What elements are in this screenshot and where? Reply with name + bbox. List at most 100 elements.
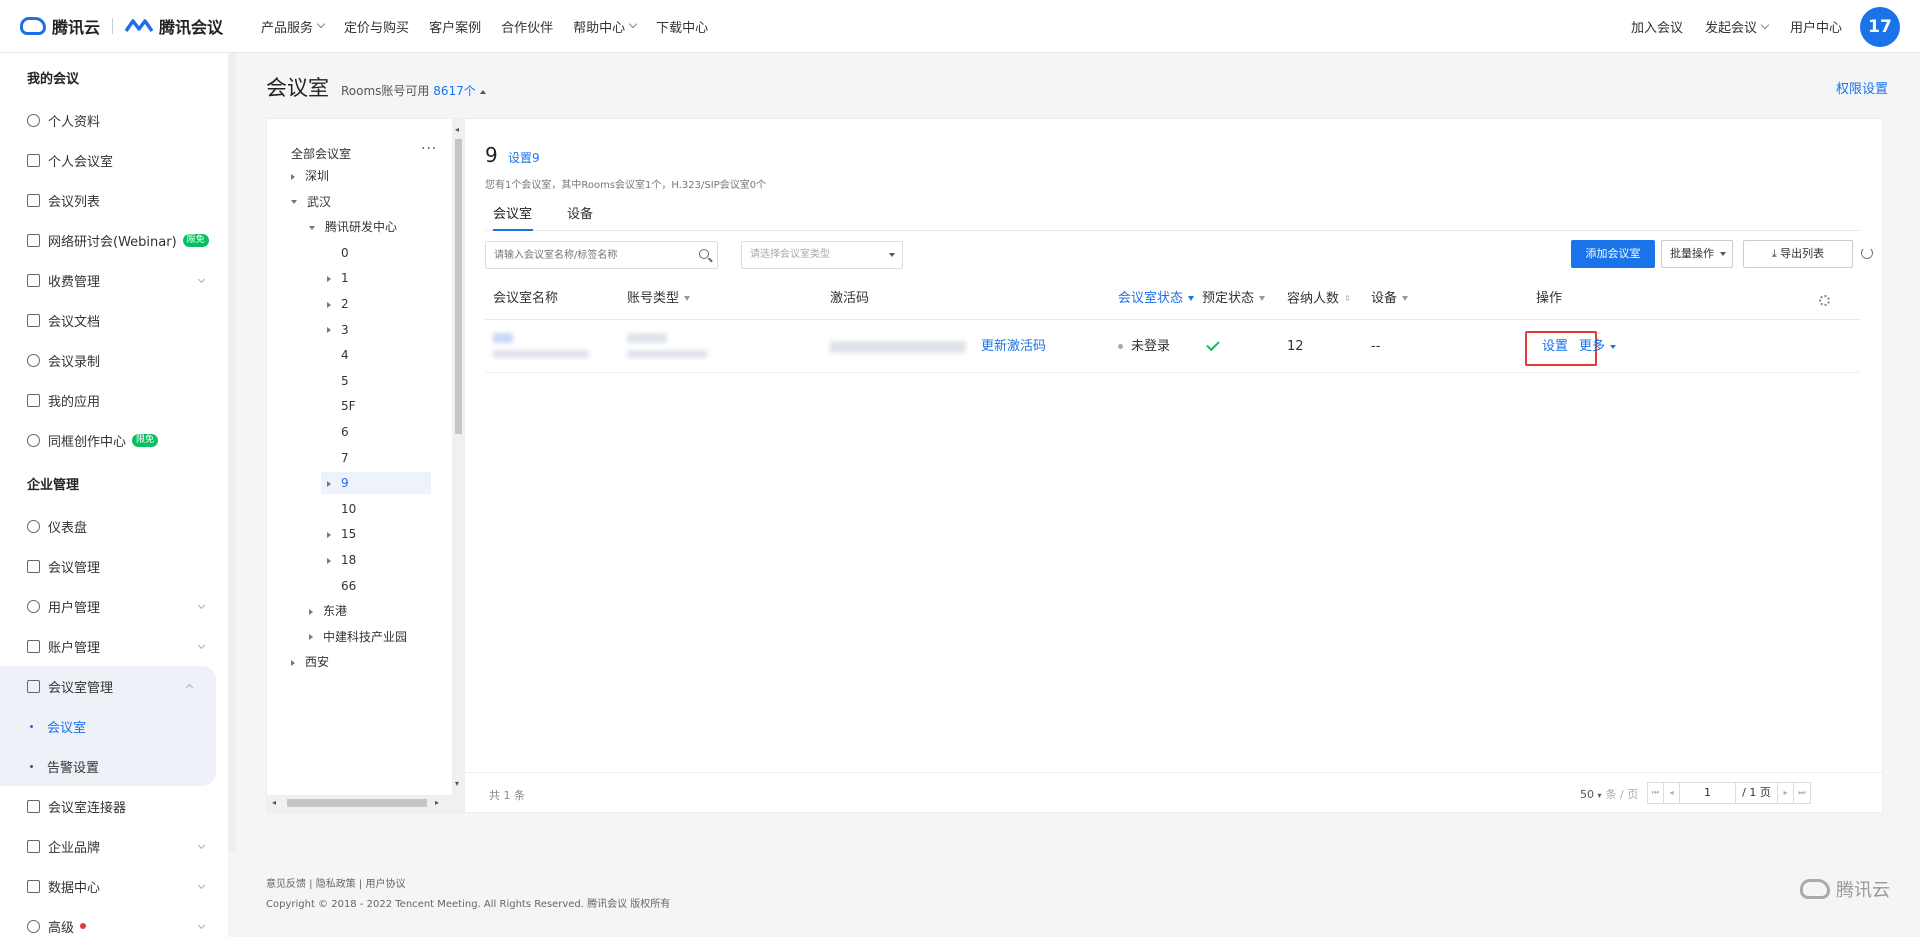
logo[interactable]: 腾讯云 腾讯会议 bbox=[20, 14, 223, 38]
caret-right-icon[interactable] bbox=[327, 531, 331, 538]
search-box[interactable] bbox=[485, 241, 718, 269]
page-input[interactable]: 1 bbox=[1680, 783, 1736, 803]
permission-settings-link[interactable]: 权限设置 bbox=[1836, 78, 1888, 97]
caret-right-icon[interactable] bbox=[291, 173, 295, 180]
filter-icon[interactable] bbox=[1188, 296, 1195, 301]
sidebar-item-advanced[interactable]: 高级 bbox=[0, 906, 228, 937]
caret-right-icon[interactable] bbox=[327, 327, 331, 334]
scroll-up-icon[interactable]: ◂ bbox=[455, 125, 459, 134]
tree-node[interactable]: 5F bbox=[327, 395, 356, 417]
sidebar-item-meeting-list[interactable]: 会议列表 bbox=[0, 180, 228, 220]
more-icon[interactable]: ··· bbox=[421, 141, 437, 157]
caret-right-icon[interactable] bbox=[327, 557, 331, 564]
more-actions-button[interactable]: 更多 bbox=[1579, 321, 1617, 373]
sidebar-item-room-connector[interactable]: 会议室连接器 bbox=[0, 786, 228, 826]
caret-right-icon[interactable] bbox=[291, 659, 295, 666]
prev-page-button[interactable]: ◂ bbox=[1664, 783, 1680, 803]
caret-right-icon[interactable] bbox=[327, 480, 331, 487]
col-capacity[interactable]: 容纳人数 ⇕ bbox=[1287, 281, 1351, 320]
col-room-status[interactable]: 会议室状态 bbox=[1118, 281, 1195, 320]
page-size-select[interactable]: 50 ▾ 条 / 页 bbox=[1580, 786, 1638, 802]
tree-node[interactable]: 9 bbox=[321, 472, 431, 495]
sidebar-item-personal-room[interactable]: 个人会议室 bbox=[0, 140, 228, 180]
nav-partners[interactable]: 合作伙伴 bbox=[501, 17, 553, 36]
nav-pricing[interactable]: 定价与购买 bbox=[344, 17, 409, 36]
sidebar-subitem-rooms[interactable]: 会议室 bbox=[0, 706, 216, 746]
filter-icon[interactable] bbox=[1259, 296, 1266, 301]
sidebar-item-user-mgmt[interactable]: 用户管理 bbox=[0, 586, 228, 626]
scroll-right-icon[interactable]: ▸ bbox=[435, 798, 439, 807]
sidebar-item-webinar[interactable]: 网络研讨会(Webinar) 限免 bbox=[0, 220, 228, 260]
add-room-button[interactable]: 添加会议室 bbox=[1571, 240, 1655, 268]
next-page-button[interactable]: ▸ bbox=[1778, 783, 1794, 803]
batch-actions-button[interactable]: 批量操作 bbox=[1661, 240, 1733, 268]
search-input[interactable] bbox=[486, 242, 686, 268]
tree-node[interactable]: 中建科技产业园 bbox=[309, 626, 407, 648]
scrollbar-thumb[interactable] bbox=[455, 139, 462, 434]
tree-node[interactable]: 5 bbox=[327, 370, 349, 392]
caret-right-icon[interactable] bbox=[327, 301, 331, 308]
sidebar-subitem-alerts[interactable]: 告警设置 bbox=[0, 746, 216, 786]
caret-down-icon[interactable] bbox=[291, 200, 297, 205]
sidebar-item-my-apps[interactable]: 我的应用 bbox=[0, 380, 228, 420]
room-name-blurred[interactable] bbox=[493, 333, 513, 343]
tree-node[interactable]: 腾讯研发中心 bbox=[309, 216, 397, 238]
sidebar-item-creation-center[interactable]: 同框创作中心 限免 bbox=[0, 420, 228, 460]
room-settings-link[interactable]: 设置9 bbox=[508, 149, 540, 166]
caret-right-icon[interactable] bbox=[327, 275, 331, 282]
room-settings-button[interactable]: 设置 bbox=[1542, 321, 1568, 373]
col-device[interactable]: 设备 bbox=[1371, 281, 1409, 320]
footer-links[interactable]: 意见反馈 | 隐私政策 | 用户协议 bbox=[266, 875, 405, 890]
tree-node[interactable]: 东港 bbox=[309, 600, 347, 622]
room-type-select[interactable]: 请选择会议室类型 bbox=[741, 241, 903, 269]
tab-devices[interactable]: 设备 bbox=[567, 203, 593, 231]
tree-node[interactable]: 武汉 bbox=[291, 191, 331, 213]
tree-node[interactable]: 3 bbox=[327, 319, 349, 341]
caret-down-icon[interactable] bbox=[309, 225, 315, 230]
join-meeting-link[interactable]: 加入会议 bbox=[1631, 17, 1683, 36]
tree-node[interactable]: 15 bbox=[327, 523, 356, 545]
export-list-button[interactable]: ⤓ 导出列表 bbox=[1743, 240, 1853, 268]
scroll-left-icon[interactable]: ◂ bbox=[272, 798, 276, 807]
scroll-down-icon[interactable]: ▾ bbox=[455, 779, 459, 788]
avatar[interactable]: 17 bbox=[1860, 6, 1900, 47]
tree-node[interactable]: 66 bbox=[327, 575, 356, 597]
sort-icon[interactable]: ⇕ bbox=[1344, 281, 1351, 317]
sidebar-item-dashboard[interactable]: 仪表盘 bbox=[0, 506, 228, 546]
rooms-available[interactable]: Rooms账号可用 8617个 bbox=[341, 82, 486, 99]
tree-node[interactable]: 7 bbox=[327, 447, 349, 469]
tree-node[interactable]: 4 bbox=[327, 344, 349, 366]
nav-download[interactable]: 下载中心 bbox=[656, 17, 708, 36]
sidebar-item-account-mgmt[interactable]: 账户管理 bbox=[0, 626, 228, 666]
caret-right-icon[interactable] bbox=[309, 608, 313, 615]
nav-help[interactable]: 帮助中心 bbox=[573, 17, 638, 36]
user-center-link[interactable]: 用户中心 bbox=[1790, 17, 1842, 36]
tree-node[interactable]: 西安 bbox=[291, 651, 329, 673]
col-account-type[interactable]: 账号类型 bbox=[627, 281, 691, 320]
sidebar-item-profile[interactable]: 个人资料 bbox=[0, 100, 228, 140]
sidebar-item-docs[interactable]: 会议文档 bbox=[0, 300, 228, 340]
filter-icon[interactable] bbox=[684, 296, 691, 301]
tree-vertical-scrollbar[interactable]: ◂ ▾ bbox=[452, 119, 465, 795]
scrollbar-thumb[interactable] bbox=[287, 799, 427, 807]
gear-icon[interactable] bbox=[1819, 295, 1830, 306]
caret-right-icon[interactable] bbox=[309, 634, 313, 641]
tree-node[interactable]: 深圳 bbox=[291, 165, 329, 187]
start-meeting-menu[interactable]: 发起会议 bbox=[1705, 17, 1770, 36]
sidebar-item-room-mgmt[interactable]: 会议室管理 bbox=[0, 666, 216, 706]
tab-rooms[interactable]: 会议室 bbox=[493, 203, 533, 231]
tree-horizontal-scrollbar[interactable]: ◂ ▸ bbox=[267, 795, 465, 812]
renew-activation-link[interactable]: 更新激活码 bbox=[981, 321, 1046, 373]
last-page-button[interactable]: ⏭ bbox=[1794, 783, 1810, 803]
sidebar-scrollbar[interactable] bbox=[228, 53, 236, 853]
tree-node[interactable]: 10 bbox=[327, 498, 356, 520]
tree-root[interactable]: 全部会议室 bbox=[291, 145, 351, 162]
sidebar-item-billing[interactable]: 收费管理 bbox=[0, 260, 228, 300]
sidebar-item-meeting-mgmt[interactable]: 会议管理 bbox=[0, 546, 228, 586]
tree-node[interactable]: 18 bbox=[327, 549, 356, 571]
tree-node[interactable]: 2 bbox=[327, 293, 349, 315]
search-icon[interactable] bbox=[699, 249, 709, 259]
tree-node[interactable]: 1 bbox=[327, 267, 349, 289]
nav-products[interactable]: 产品服务 bbox=[261, 17, 326, 36]
sidebar-item-brand[interactable]: 企业品牌 bbox=[0, 826, 228, 866]
